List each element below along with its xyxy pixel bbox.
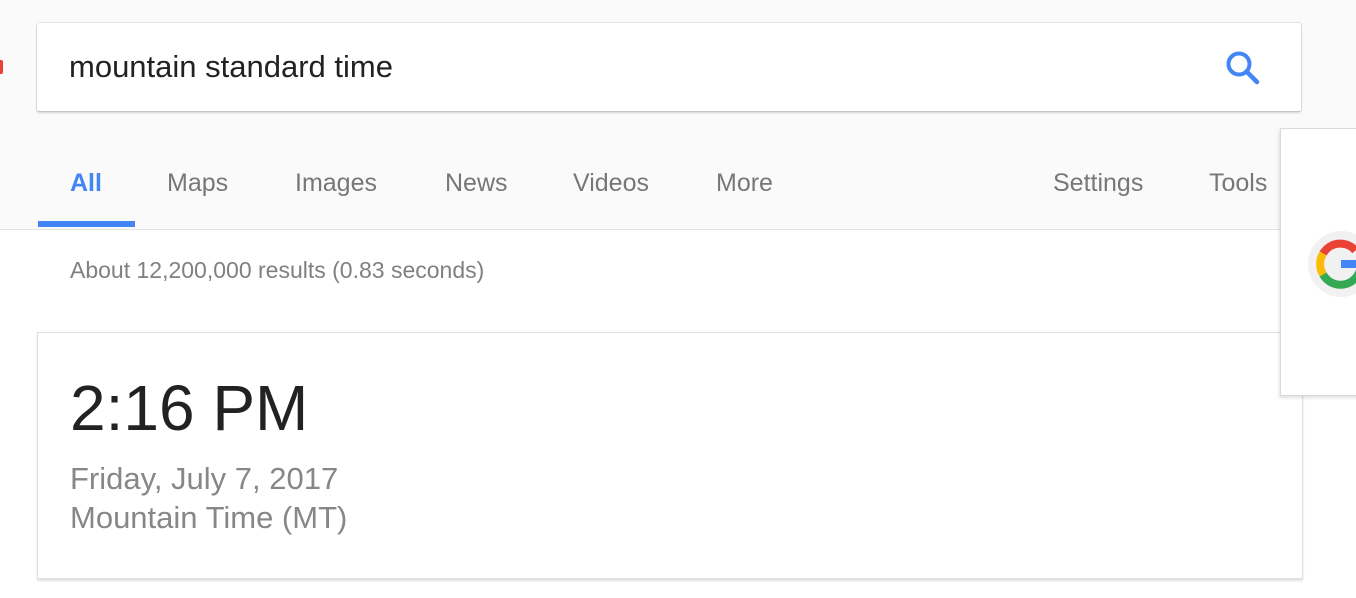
active-tab-indicator (38, 221, 135, 227)
tab-all[interactable]: All (70, 140, 102, 226)
tab-news[interactable]: News (445, 140, 508, 226)
tab-tools[interactable]: Tools (1209, 140, 1267, 226)
google-g-icon (1316, 239, 1356, 289)
tab-images[interactable]: Images (295, 140, 377, 226)
search-icon (1226, 51, 1260, 85)
google-g-logo[interactable] (1308, 231, 1356, 297)
search-button[interactable] (1224, 49, 1262, 87)
tab-settings[interactable]: Settings (1053, 140, 1143, 226)
result-stats: About 12,200,000 results (0.83 seconds) (70, 257, 485, 283)
current-date: Friday, July 7, 2017 (70, 461, 339, 496)
search-box (37, 23, 1301, 111)
current-time: 2:16 PM (70, 372, 309, 444)
tab-maps[interactable]: Maps (167, 140, 228, 226)
side-panel[interactable] (1280, 128, 1356, 396)
logo-edge (0, 60, 3, 74)
time-card: 2:16 PM Friday, July 7, 2017 Mountain Ti… (37, 332, 1303, 579)
search-tabs: All Maps Images News Videos More Setting… (0, 140, 1356, 229)
search-input[interactable] (69, 47, 1169, 87)
time-zone-label: Mountain Time (MT) (70, 500, 348, 535)
tab-more[interactable]: More (716, 140, 773, 226)
tab-videos[interactable]: Videos (573, 140, 649, 226)
